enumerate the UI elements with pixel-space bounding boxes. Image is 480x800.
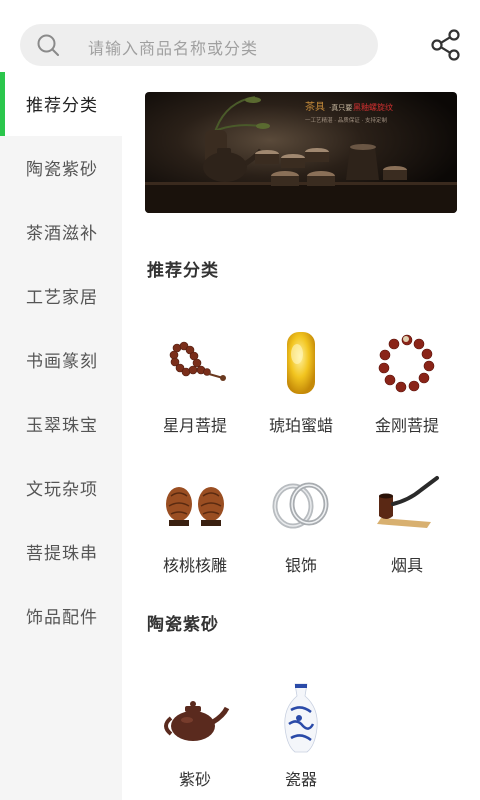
sidebar-item-label: 工艺家居 [26,288,98,308]
amber-pendant-icon [287,332,315,394]
sidebar-item-label: 玉翠珠宝 [26,416,98,436]
sidebar-item-calligraphy[interactable]: 书画篆刻 [0,328,122,392]
sidebar-item-label: 文玩杂项 [26,480,98,500]
share-icon[interactable] [430,29,462,61]
sidebar-item-recommended[interactable]: 推荐分类 [0,72,122,136]
category-item[interactable]: 烟具 [352,466,462,586]
sidebar-item-label: 书画篆刻 [26,352,98,372]
sidebar-item-curios[interactable]: 文玩杂项 [0,456,122,520]
category-label: 核桃核雕 [162,556,227,575]
search-bar[interactable]: 请输入商品名称或分类 [20,24,378,66]
banner-highlight: 黑釉螺旋纹 [353,102,393,112]
category-label: 瓷器 [284,770,317,789]
category-item[interactable]: 紫砂 [140,680,250,800]
main-content: 茶具 ·真只要 黑釉螺旋纹 一工艺精湛 · 品质保证 · 支持定制 推荐分类 星… [122,72,480,800]
walnut-icon [166,487,224,526]
category-item[interactable]: 星月菩提 [140,326,250,446]
silver-rings-icon [272,482,329,529]
section-title-recommended: 推荐分类 [147,261,219,281]
sidebar-item-label: 陶瓷紫砂 [26,160,98,180]
tobacco-pipe-icon [377,476,439,528]
tea-set-illustration: 茶具 ·真只要 黑釉螺旋纹 一工艺精湛 · 品质保证 · 支持定制 [145,96,457,213]
category-item[interactable]: 核桃核雕 [140,466,250,586]
sidebar-item-jade[interactable]: 玉翠珠宝 [0,392,122,456]
section-title-ceramics: 陶瓷紫砂 [147,615,219,635]
category-label: 紫砂 [178,770,211,789]
category-item[interactable]: 银饰 [246,466,356,586]
banner-subtitle: ·真只要 [329,103,352,112]
category-label: 金刚菩提 [374,416,439,435]
sidebar-item-label: 茶酒滋补 [26,224,98,244]
category-sidebar: 推荐分类 陶瓷紫砂 茶酒滋补 工艺家居 书画篆刻 玉翠珠宝 文玩杂项 菩提珠串 … [0,72,122,800]
sidebar-item-label: 饰品配件 [26,608,98,628]
category-label: 星月菩提 [162,416,227,435]
sidebar-item-ceramics[interactable]: 陶瓷紫砂 [0,136,122,200]
category-item[interactable]: 琥珀蜜蜡 [246,326,356,446]
category-label: 烟具 [390,556,423,575]
header: 请输入商品名称或分类 [0,0,480,72]
sidebar-item-label: 推荐分类 [26,96,98,116]
category-item[interactable]: 瓷器 [246,680,356,800]
sidebar-item-label: 菩提珠串 [26,544,98,564]
sidebar-item-tea-wine[interactable]: 茶酒滋补 [0,200,122,264]
sidebar-item-accessories[interactable]: 饰品配件 [0,584,122,648]
banner-tagline: 一工艺精湛 · 品质保证 · 支持定制 [305,116,387,124]
category-item[interactable]: 金刚菩提 [352,326,462,446]
sidebar-item-bodhi[interactable]: 菩提珠串 [0,520,122,584]
search-placeholder: 请输入商品名称或分类 [88,39,259,58]
promo-banner[interactable]: 茶具 ·真只要 黑釉螺旋纹 一工艺精湛 · 品质保证 · 支持定制 [145,92,457,213]
search-icon [37,34,59,56]
teapot-icon [164,701,230,741]
prayer-beads-icon [169,341,226,381]
sidebar-item-crafts[interactable]: 工艺家居 [0,264,122,328]
bead-bracelet-icon [378,334,435,393]
banner-title: 茶具 [305,100,325,113]
category-label: 银饰 [284,556,317,575]
porcelain-vase-icon [284,683,318,753]
category-label: 琥珀蜜蜡 [268,416,333,435]
